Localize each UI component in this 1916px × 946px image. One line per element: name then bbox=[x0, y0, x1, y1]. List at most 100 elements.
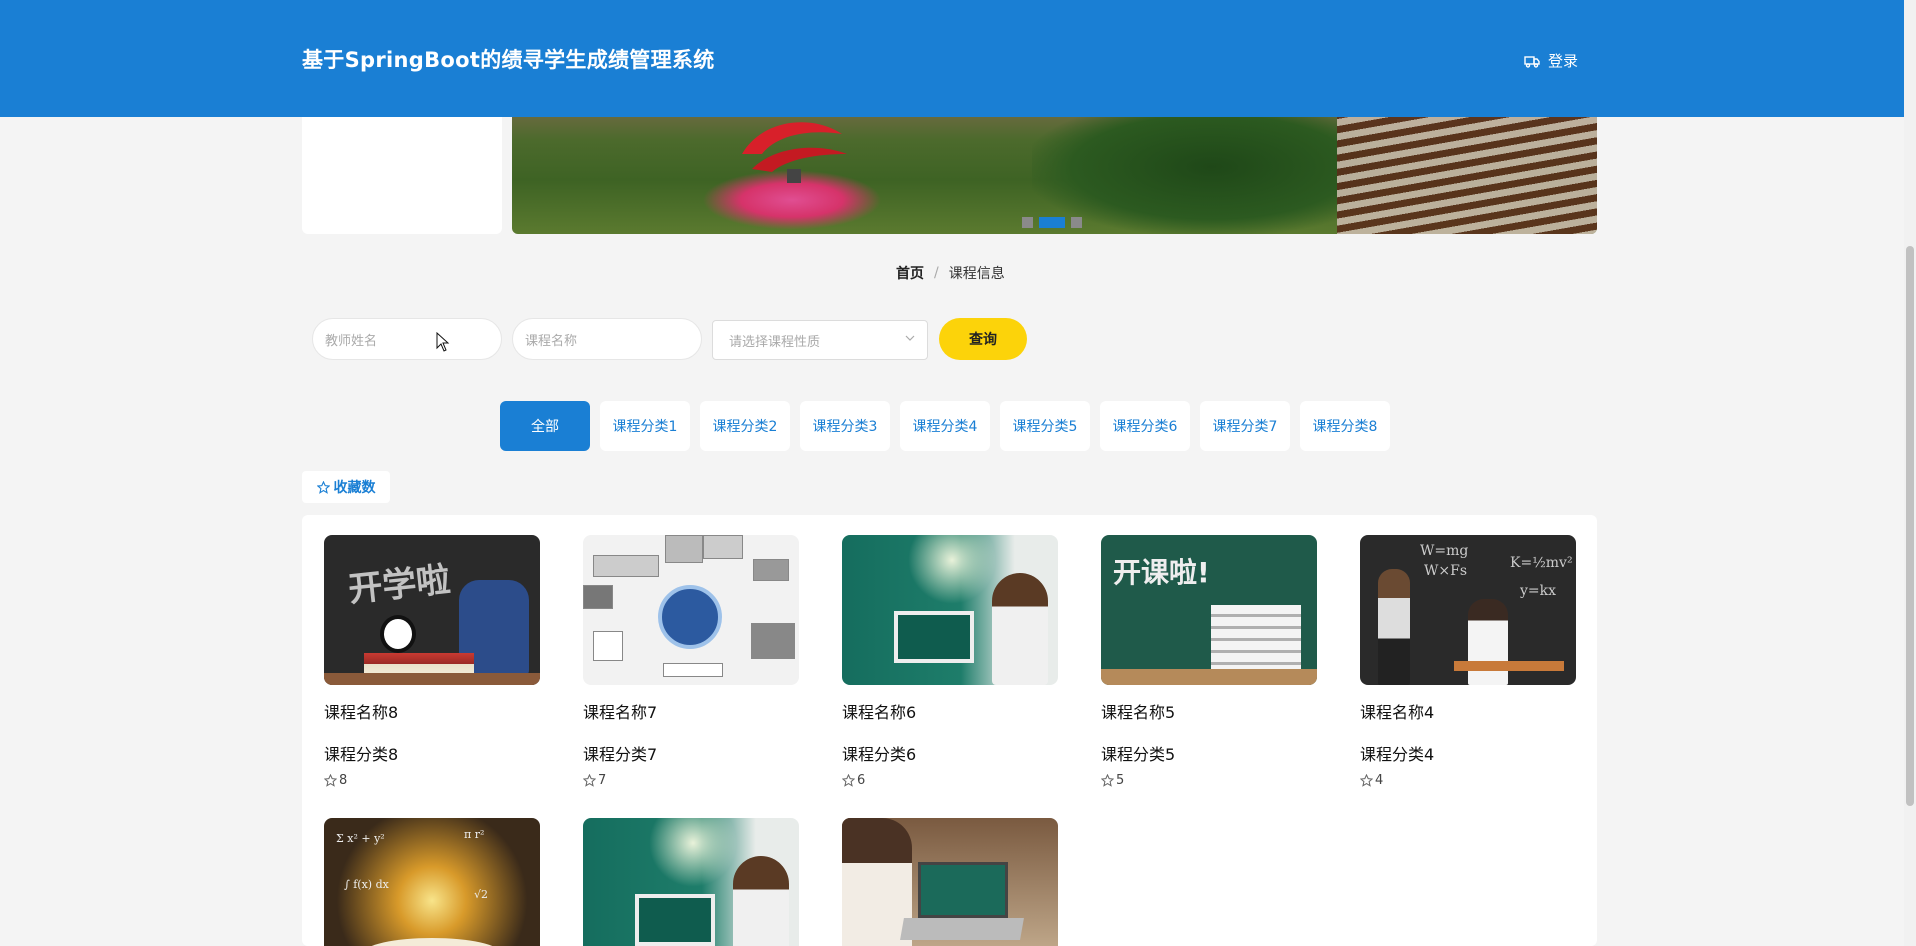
breadcrumb-current: 课程信息 bbox=[948, 266, 1005, 282]
tab-category-3[interactable]: 课程分类3 bbox=[800, 401, 890, 451]
chalk-formula: Σ x² + y² bbox=[336, 832, 385, 845]
tab-category-5[interactable]: 课程分类5 bbox=[1000, 401, 1090, 451]
tab-category-8[interactable]: 课程分类8 bbox=[1300, 401, 1390, 451]
tab-category-7[interactable]: 课程分类7 bbox=[1200, 401, 1290, 451]
course-card[interactable]: 课程名称7 课程分类7 7 bbox=[583, 535, 799, 788]
course-thumbnail bbox=[842, 818, 1058, 946]
light-glow bbox=[902, 535, 1002, 605]
small-board bbox=[894, 611, 974, 663]
desk-shape bbox=[1454, 661, 1564, 671]
chalk-formula: W×Fs bbox=[1424, 563, 1468, 579]
sort-by-favorites-button[interactable]: 收藏数 bbox=[302, 471, 390, 503]
mind-map-box bbox=[583, 585, 613, 609]
carousel-dots bbox=[1022, 217, 1082, 228]
mind-map-box bbox=[593, 631, 623, 661]
banner-sculpture bbox=[742, 122, 847, 183]
course-thumbnail bbox=[583, 535, 799, 685]
course-category: 课程分类7 bbox=[583, 745, 658, 764]
course-name: 课程名称4 bbox=[1360, 703, 1435, 722]
laptop-keyboard bbox=[900, 918, 1024, 940]
mouse-cursor-icon bbox=[436, 332, 450, 352]
teacher-name-input[interactable]: 教师姓名 bbox=[312, 318, 502, 360]
course-thumbnail: Σ x² + y² π r² ∫ f(x) dx √2 bbox=[324, 818, 540, 946]
carousel-dot-2[interactable] bbox=[1039, 217, 1065, 228]
login-label: 登录 bbox=[1548, 52, 1579, 70]
mind-map-box bbox=[665, 535, 703, 563]
course-favorites: 4 bbox=[1360, 773, 1576, 788]
open-book bbox=[364, 938, 500, 946]
query-button[interactable]: 查询 bbox=[939, 318, 1027, 360]
course-name: 课程名称8 bbox=[324, 703, 399, 722]
course-thumbnail bbox=[842, 535, 1058, 685]
star-icon bbox=[842, 774, 855, 787]
course-favorites: 5 bbox=[1101, 773, 1317, 788]
teacher-figure bbox=[733, 856, 789, 946]
course-type-select[interactable]: 请选择课程性质 bbox=[712, 320, 928, 360]
course-card[interactable]: 课程名称6 课程分类6 6 bbox=[842, 535, 1058, 788]
student-figure bbox=[1378, 569, 1410, 685]
breadcrumb-home[interactable]: 首页 bbox=[896, 263, 924, 283]
course-thumbnail: W=mg W×Fs K=½mv² y=kx bbox=[1360, 535, 1576, 685]
star-icon bbox=[1101, 774, 1114, 787]
banner-carousel[interactable] bbox=[512, 100, 1597, 234]
course-thumbnail bbox=[583, 818, 799, 946]
course-name-placeholder: 课程名称 bbox=[525, 333, 578, 349]
favorites-count: 8 bbox=[339, 773, 348, 788]
student-figure bbox=[1468, 599, 1508, 685]
carousel-dot-1[interactable] bbox=[1022, 217, 1033, 228]
truck-icon bbox=[1524, 55, 1540, 68]
login-button[interactable]: 登录 bbox=[1524, 50, 1578, 71]
course-name: 课程名称5 bbox=[1101, 703, 1176, 722]
book-stack bbox=[1211, 605, 1301, 673]
tab-category-4[interactable]: 课程分类4 bbox=[900, 401, 990, 451]
course-name-input[interactable]: 课程名称 bbox=[512, 318, 702, 360]
site-title: 基于SpringBoot的绩寻学生成绩管理系统 bbox=[302, 48, 715, 72]
tab-category-2[interactable]: 课程分类2 bbox=[700, 401, 790, 451]
thumb-open-word: 开课啦! bbox=[1113, 556, 1210, 589]
star-icon bbox=[324, 774, 337, 787]
course-category: 课程分类6 bbox=[842, 745, 917, 764]
breadcrumb: 首页 / 课程信息 bbox=[896, 263, 1005, 283]
course-category: 课程分类5 bbox=[1101, 745, 1176, 764]
course-name: 课程名称7 bbox=[583, 703, 658, 722]
chalk-formula: y=kx bbox=[1520, 583, 1557, 599]
star-icon bbox=[1360, 774, 1373, 787]
star-icon bbox=[583, 774, 596, 787]
mind-map-box bbox=[593, 555, 659, 577]
course-card[interactable]: 开学啦 课程名称8 课程分类8 8 bbox=[324, 535, 540, 788]
course-type-placeholder: 请选择课程性质 bbox=[729, 334, 821, 350]
course-card[interactable]: Σ x² + y² π r² ∫ f(x) dx √2 bbox=[324, 818, 540, 946]
course-name: 课程名称6 bbox=[842, 703, 917, 722]
course-category: 课程分类8 bbox=[324, 745, 399, 764]
course-card[interactable]: 开课啦! 课程名称5 课程分类5 5 bbox=[1101, 535, 1317, 788]
top-header: 基于SpringBoot的绩寻学生成绩管理系统 登录 bbox=[0, 0, 1904, 117]
clock-shape bbox=[380, 615, 416, 653]
chalk-formula: π r² bbox=[464, 828, 485, 841]
teacher-figure bbox=[992, 573, 1048, 685]
teacher-name-placeholder: 教师姓名 bbox=[325, 333, 378, 349]
course-card[interactable]: W=mg W×Fs K=½mv² y=kx 课程名称4 课程分类4 4 bbox=[1360, 535, 1576, 788]
course-favorites: 6 bbox=[842, 773, 1058, 788]
books-shape bbox=[364, 653, 474, 675]
carousel-dot-3[interactable] bbox=[1071, 217, 1082, 228]
course-card[interactable] bbox=[583, 818, 799, 946]
mind-map-box bbox=[751, 623, 795, 659]
tab-all[interactable]: 全部 bbox=[500, 401, 590, 451]
tab-category-6[interactable]: 课程分类6 bbox=[1100, 401, 1190, 451]
chalk-formula: K=½mv² bbox=[1510, 555, 1573, 571]
course-card[interactable] bbox=[842, 818, 1058, 946]
course-favorites: 7 bbox=[583, 773, 799, 788]
favorites-count: 5 bbox=[1116, 773, 1125, 788]
page-scrollbar[interactable] bbox=[1904, 0, 1916, 946]
desk-shape bbox=[1101, 669, 1317, 685]
favorites-count: 6 bbox=[857, 773, 866, 788]
tab-category-1[interactable]: 课程分类1 bbox=[600, 401, 690, 451]
mind-map-box bbox=[663, 663, 723, 677]
course-thumbnail: 开课啦! bbox=[1101, 535, 1317, 685]
course-grid: 开学啦 课程名称8 课程分类8 8 课程名称7 课程分类7 7 课程名称6 课程… bbox=[302, 515, 1597, 946]
scrollbar-thumb[interactable] bbox=[1906, 246, 1914, 806]
small-board bbox=[635, 894, 715, 946]
side-panel bbox=[302, 100, 502, 234]
star-icon bbox=[316, 480, 330, 494]
favorites-count: 4 bbox=[1375, 773, 1384, 788]
